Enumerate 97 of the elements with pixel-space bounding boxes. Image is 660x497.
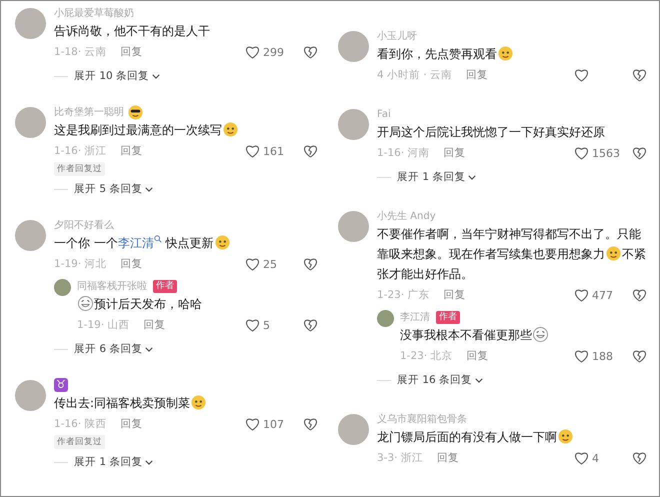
avatar[interactable] bbox=[54, 279, 71, 296]
author-badge: 作者 bbox=[436, 310, 460, 324]
face-emoji-icon bbox=[558, 429, 573, 444]
user-name[interactable]: 夕阳不好看么 bbox=[54, 218, 114, 232]
user-name[interactable]: 比奇堡第一聪明 bbox=[54, 105, 124, 119]
heart-icon[interactable] bbox=[574, 451, 589, 465]
broken-heart-icon[interactable] bbox=[632, 349, 647, 363]
comment-date: 1-23· 广东 bbox=[377, 288, 430, 302]
comment-text: 这是我刷到过最满意的一次续写 bbox=[54, 120, 318, 140]
expand-replies-link[interactable]: 展开 6 条回复 bbox=[74, 342, 142, 356]
like-count: 188 bbox=[592, 350, 614, 362]
comment-date: 1-23· 北京 bbox=[400, 349, 453, 363]
user-name[interactable]: 李江清 bbox=[400, 310, 430, 324]
author-replied-tag: 作者回复过 bbox=[54, 435, 105, 449]
face-emoji-icon bbox=[498, 46, 513, 61]
comment-text: 告诉尚敬，他不干有的是人干 bbox=[54, 23, 211, 40]
face-emoji-icon bbox=[223, 122, 238, 137]
comment-date: 1-19· 河北 bbox=[54, 257, 107, 271]
broken-heart-icon[interactable] bbox=[303, 417, 318, 431]
comment-text: 龙门镖局后面的有没有人做一下啊 bbox=[377, 427, 647, 447]
comment-text: 开局这个后院让我恍惚了一下好真实好还原 bbox=[377, 124, 606, 141]
face-emoji-icon bbox=[606, 246, 621, 261]
heart-icon[interactable] bbox=[574, 146, 589, 160]
heart-icon[interactable] bbox=[245, 45, 260, 59]
broken-heart-icon[interactable] bbox=[632, 146, 647, 160]
like-count: 4 bbox=[592, 452, 600, 464]
grinning-emoji-icon bbox=[78, 296, 93, 311]
broken-heart-icon[interactable] bbox=[632, 68, 647, 82]
comment-text: 传出去:同福客栈卖预制菜 bbox=[54, 393, 318, 413]
expand-replies-link[interactable]: 展开 1 条回复 bbox=[397, 170, 466, 184]
search-icon bbox=[154, 235, 162, 243]
chevron-down-icon[interactable] bbox=[468, 174, 476, 180]
reply-link[interactable]: 回复 bbox=[120, 45, 143, 59]
chevron-down-icon[interactable] bbox=[145, 186, 154, 192]
comment-date: 1-16· 浙江 bbox=[54, 144, 107, 158]
author-badge: 作者 bbox=[153, 280, 177, 292]
comment-date: 1-16· 河南 bbox=[377, 146, 430, 160]
broken-heart-icon[interactable] bbox=[632, 288, 647, 302]
heart-icon[interactable] bbox=[245, 417, 260, 431]
user-name[interactable]: 小屁最爱草莓酸奶 bbox=[54, 6, 134, 20]
grinning-emoji-icon bbox=[533, 327, 548, 342]
expand-replies-link[interactable]: 展开 5 条回复 bbox=[74, 182, 142, 196]
user-name[interactable]: 小玉儿呀 bbox=[377, 29, 417, 43]
user-name[interactable]: 同福客栈开张啦 bbox=[77, 279, 147, 293]
broken-heart-icon[interactable] bbox=[303, 144, 318, 158]
expand-replies-link[interactable]: 展开 10 条回复 bbox=[74, 69, 150, 83]
comment-date: 3-3· 浙江 bbox=[377, 451, 423, 465]
broken-heart-icon[interactable] bbox=[303, 257, 318, 271]
mention-link[interactable]: 李江清 bbox=[118, 236, 162, 250]
face-emoji-icon bbox=[191, 395, 206, 410]
heart-icon[interactable] bbox=[245, 257, 260, 271]
chevron-down-icon[interactable] bbox=[152, 74, 160, 78]
reply-link[interactable]: 回复 bbox=[466, 68, 488, 82]
comment-text: 一个你 一个李江清 快点更新 bbox=[54, 233, 318, 253]
chevron-down-icon[interactable] bbox=[145, 346, 154, 352]
like-count: 25 bbox=[263, 258, 278, 270]
heart-icon[interactable] bbox=[574, 349, 589, 363]
like-count: 1563 bbox=[592, 146, 620, 160]
like-count: 161 bbox=[263, 144, 285, 158]
chevron-down-icon[interactable] bbox=[475, 378, 484, 382]
avatar[interactable] bbox=[377, 310, 394, 327]
heart-icon[interactable] bbox=[245, 144, 260, 158]
like-count: 5 bbox=[263, 318, 271, 332]
heart-icon[interactable] bbox=[245, 318, 260, 332]
comment-text: 预计后天发布，哈哈 bbox=[77, 294, 318, 314]
expand-replies-link[interactable]: 展开 1 条回复 bbox=[74, 455, 142, 469]
reply-link[interactable]: 回复 bbox=[144, 318, 166, 332]
comment-date: 1-18· 云南 bbox=[54, 45, 107, 59]
comment-text: 不要催作者啊，当年宁财神写得都写不出了。只能靠吸来想象。现在作者写续集也要用想象力 不紧张才能出好作品。 bbox=[377, 226, 647, 283]
like-count: 477 bbox=[592, 288, 614, 302]
comment-text: 看到你，先点赞再观看 bbox=[377, 44, 647, 64]
user-name[interactable]: 义乌市襄阳箱包骨条 bbox=[377, 412, 467, 426]
reply-link[interactable]: 回复 bbox=[120, 144, 143, 158]
reply-link[interactable]: 回复 bbox=[444, 146, 466, 160]
broken-heart-icon[interactable] bbox=[303, 318, 318, 332]
user-name[interactable]: ♉ bbox=[54, 378, 68, 392]
like-count: 107 bbox=[263, 418, 285, 430]
reply-link[interactable]: 回复 bbox=[436, 451, 459, 465]
heart-icon[interactable] bbox=[574, 288, 589, 302]
face-emoji-icon bbox=[214, 235, 230, 250]
comment-text: 没事我根本不看催更那些 bbox=[400, 325, 647, 345]
comment-date: 1-19· 山西 bbox=[77, 318, 130, 332]
author-replied-tag: 作者回复过 bbox=[54, 162, 105, 176]
reply-link[interactable]: 回复 bbox=[466, 349, 489, 363]
broken-heart-icon[interactable] bbox=[632, 451, 647, 465]
expand-replies-link[interactable]: 展开 16 条回复 bbox=[397, 373, 472, 387]
broken-heart-icon[interactable] bbox=[303, 45, 318, 59]
reply-link[interactable]: 回复 bbox=[444, 288, 466, 302]
user-name[interactable]: 小先生 Andy bbox=[377, 209, 436, 223]
reply-link[interactable]: 回复 bbox=[120, 417, 143, 431]
user-name[interactable]: Fai bbox=[377, 108, 391, 120]
reply-link[interactable]: 回复 bbox=[120, 257, 143, 271]
comment-date: 4 小时前 · 云南 bbox=[377, 68, 452, 82]
comment-date: 1-16· 陕西 bbox=[54, 417, 107, 431]
chevron-down-icon[interactable] bbox=[145, 460, 154, 464]
like-count: 299 bbox=[263, 46, 285, 58]
heart-icon[interactable] bbox=[574, 68, 589, 82]
